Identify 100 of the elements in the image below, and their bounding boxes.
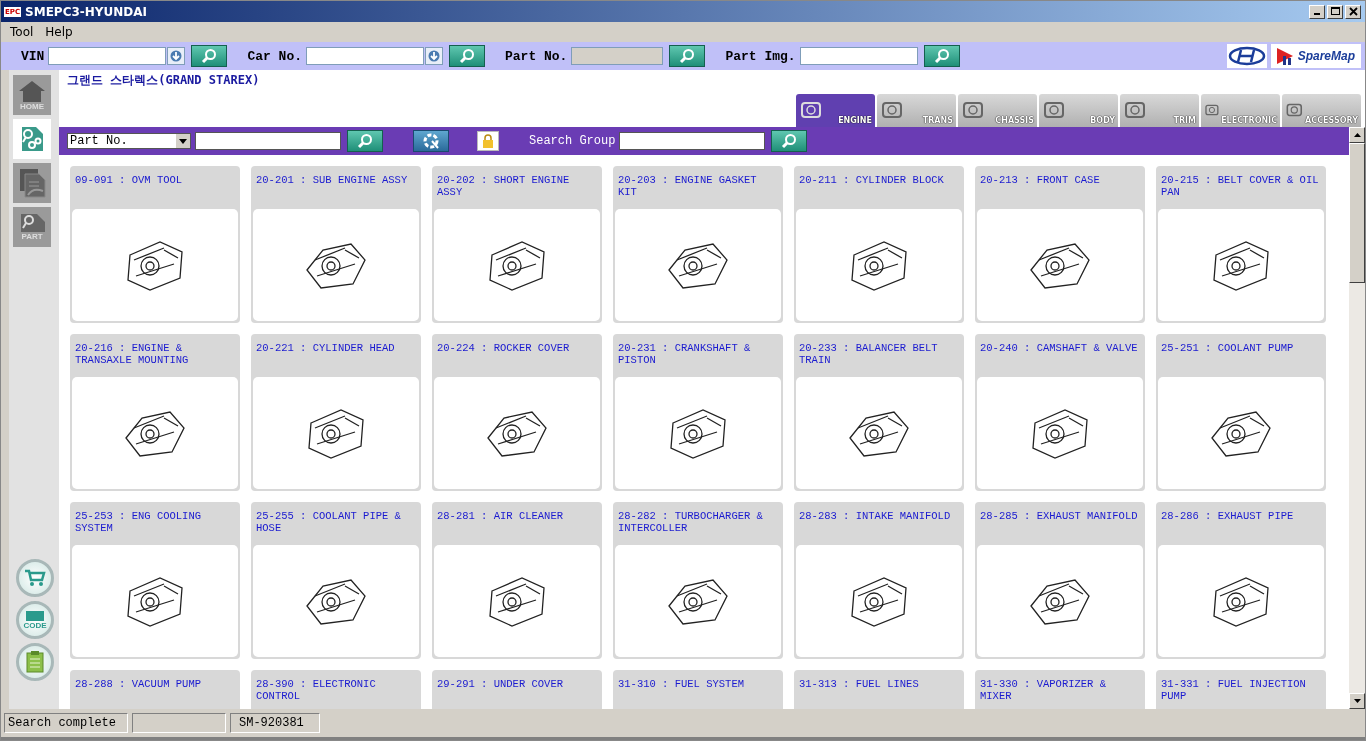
menu-item[interactable]: Help <box>39 25 79 39</box>
part-group-card[interactable]: 25-251 : COOLANT PUMP <box>1156 334 1326 491</box>
part-group-card[interactable]: 20-215 : BELT COVER & OIL PAN <box>1156 166 1326 323</box>
scroll-down-button[interactable] <box>1349 693 1365 709</box>
input-field[interactable] <box>48 47 167 65</box>
maximize-icon <box>1330 7 1340 16</box>
category-tab[interactable]: ENGINE <box>796 94 875 127</box>
search-group-field[interactable] <box>619 132 766 150</box>
part-group-card[interactable]: 20-224 : ROCKER COVER <box>432 334 602 491</box>
part-group-card[interactable]: 28-281 : AIR CLEANER <box>432 502 602 659</box>
part-group-title: 28-285 : EXHAUST MANIFOLD <box>979 509 1139 524</box>
part-group-card[interactable]: 20-202 : SHORT ENGINE ASSY <box>432 166 602 323</box>
part-group-card[interactable]: 25-253 : ENG COOLING SYSTEM <box>70 502 240 659</box>
part-group-title: 20-233 : BALANCER BELT TRAIN <box>798 341 939 368</box>
sidebar-button[interactable] <box>13 119 51 159</box>
search-button[interactable] <box>771 130 808 152</box>
reset-button[interactable] <box>413 130 449 152</box>
scroll-up-button[interactable] <box>1349 127 1365 143</box>
part-group-card[interactable]: 29-291 : UNDER COVER <box>432 670 602 709</box>
part-group-card[interactable]: 31-330 : VAPORIZER & MIXER <box>975 670 1145 709</box>
part-group-title: 25-253 : ENG COOLING SYSTEM <box>74 509 203 536</box>
search-icon <box>357 133 373 149</box>
part-group-card[interactable]: 31-313 : FUEL LINES <box>794 670 964 709</box>
part-group-card[interactable]: 28-288 : VACUUM PUMP <box>70 670 240 709</box>
part-group-title: 28-283 : INTAKE MANIFOLD <box>798 509 952 524</box>
search-icon <box>459 48 475 64</box>
search-button[interactable] <box>347 130 383 152</box>
part-group-title: 25-251 : COOLANT PUMP <box>1160 341 1295 356</box>
search-type-dropdown[interactable]: Part No. <box>67 133 191 149</box>
part-group-title: 20-216 : ENGINE & TRANSAXLE MOUNTING <box>74 341 190 368</box>
part-group-card[interactable]: 20-233 : BALANCER BELT TRAIN <box>794 334 964 491</box>
status-message: Search complete <box>4 713 128 733</box>
part-group-card[interactable]: 28-283 : INTAKE MANIFOLD <box>794 502 964 659</box>
part-group-title: 28-281 : AIR CLEANER <box>436 509 565 524</box>
sidebar-button[interactable] <box>13 163 51 203</box>
lock-button[interactable] <box>477 131 499 151</box>
input-field[interactable] <box>799 47 918 65</box>
search-field[interactable] <box>195 132 341 150</box>
part-group-title: 20-215 : BELT COVER & OIL PAN <box>1160 173 1320 200</box>
dropdown-button[interactable] <box>425 47 443 65</box>
field-label: VIN <box>21 48 45 64</box>
part-group-title: 25-255 : COOLANT PIPE & HOSE <box>255 509 402 536</box>
part-group-card[interactable]: 20-211 : CYLINDER BLOCK <box>794 166 964 323</box>
search-icon <box>201 48 218 64</box>
input-field[interactable] <box>306 47 424 65</box>
field-label: Part Img. <box>725 48 796 64</box>
part-group-card[interactable]: 20-216 : ENGINE & TRANSAXLE MOUNTING <box>70 334 240 491</box>
part-group-title: 20-201 : SUB ENGINE ASSY <box>255 173 409 188</box>
part-group-card[interactable]: 28-286 : EXHAUST PIPE <box>1156 502 1326 659</box>
field-label: Part No. <box>505 48 568 64</box>
search-button[interactable] <box>669 45 706 67</box>
part-group-card[interactable]: 20-213 : FRONT CASE <box>975 166 1145 323</box>
house-icon <box>17 79 47 102</box>
part-group-title: 20-202 : SHORT ENGINE ASSY <box>436 173 571 200</box>
part-group-title: 20-224 : ROCKER COVER <box>436 341 571 356</box>
part-group-card[interactable]: 20-201 : SUB ENGINE ASSY <box>251 166 421 323</box>
documents-icon <box>17 167 47 199</box>
dropdown-button[interactable] <box>167 47 186 65</box>
part-group-title: 20-240 : CAMSHAFT & VALVE <box>979 341 1139 356</box>
part-group-card[interactable]: 20-203 : ENGINE GASKET KIT <box>613 166 783 323</box>
part-group-card[interactable]: 28-390 : ELECTRONIC CONTROL <box>251 670 421 709</box>
part-group-card[interactable]: 31-331 : FUEL INJECTION PUMP <box>1156 670 1326 709</box>
search-button[interactable] <box>191 45 228 67</box>
part-group-title: 28-286 : EXHAUST PIPE <box>1160 509 1295 524</box>
part-group-title: 20-213 : FRONT CASE <box>979 173 1101 188</box>
sidebar-round-button[interactable] <box>16 643 54 681</box>
vehicle-title: 그랜드 스타렉스(GRAND STAREX) <box>66 72 260 89</box>
menu-item[interactable]: Tool <box>4 25 40 39</box>
scrollbar-thumb[interactable] <box>1349 143 1365 283</box>
part-group-card[interactable]: 20-240 : CAMSHAFT & VALVE <box>975 334 1145 491</box>
down-arrow-icon <box>170 50 183 62</box>
search-group-label: Search Group <box>529 134 616 148</box>
search-button[interactable] <box>449 45 485 67</box>
minimize-button[interactable] <box>1309 4 1325 19</box>
search-button[interactable] <box>923 45 960 67</box>
close-icon <box>1348 7 1358 16</box>
part-group-card[interactable]: 09-091 : OVM TOOL <box>70 166 240 323</box>
part-group-title: 20-211 : CYLINDER BLOCK <box>798 173 945 188</box>
part-group-card[interactable]: 25-255 : COOLANT PIPE & HOSE <box>251 502 421 659</box>
part-group-title: 09-091 : OVM TOOL <box>74 173 184 188</box>
window-title: SMEPC3-HYUNDAI <box>25 4 148 19</box>
maximize-button[interactable] <box>1327 4 1343 19</box>
sidebar-round-button[interactable] <box>16 559 54 597</box>
part-group-card[interactable]: 28-282 : TURBOCHARGER & INTERCOLLER <box>613 502 783 659</box>
lock-icon <box>482 134 494 148</box>
part-group-card[interactable]: 20-221 : CYLINDER HEAD <box>251 334 421 491</box>
search-icon <box>781 133 798 149</box>
up-arrow-icon <box>1353 133 1361 137</box>
close-button[interactable] <box>1345 4 1361 19</box>
part-group-card[interactable]: 28-285 : EXHAUST MANIFOLD <box>975 502 1145 659</box>
part-group-title: 28-282 : TURBOCHARGER & INTERCOLLER <box>617 509 764 536</box>
cart-icon <box>24 569 46 587</box>
part-group-title: 20-221 : CYLINDER HEAD <box>255 341 396 356</box>
search-icon <box>933 48 950 64</box>
search-icon <box>679 48 696 64</box>
field-label: Car No. <box>247 48 302 64</box>
status-code: SM-920381 <box>230 713 320 733</box>
part-group-card[interactable]: 20-231 : CRANKSHAFT & PISTON <box>613 334 783 491</box>
caret-icon <box>179 138 187 144</box>
part-group-card[interactable]: 31-310 : FUEL SYSTEM <box>613 670 783 709</box>
